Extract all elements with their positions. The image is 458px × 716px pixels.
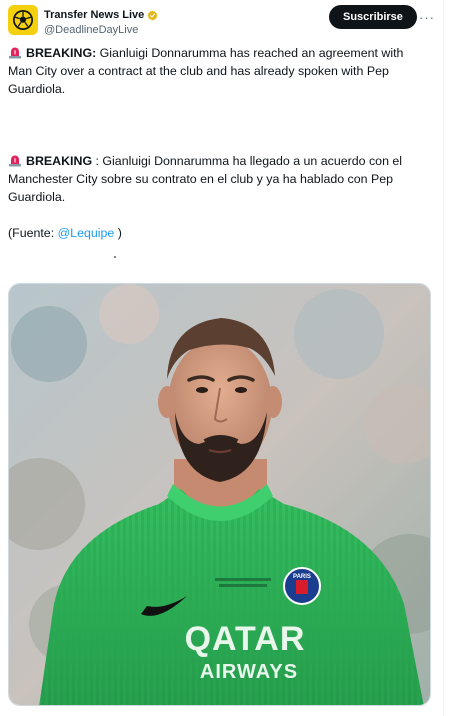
tweet-paragraph-english: BREAKING: Gianluigi Donnarumma has reach…: [8, 44, 428, 98]
crest-text: PARIS: [293, 574, 311, 580]
tweet-paragraph-spanish: BREAKING : Gianluigi Donnarumma ha llega…: [8, 152, 428, 206]
verified-badge-icon: [147, 10, 158, 20]
tweet-header: Transfer News Live @DeadlineDayLive Susc…: [8, 4, 438, 38]
sponsor-bottom-text: AIRWAYS: [200, 661, 298, 683]
tweet-card: Transfer News Live @DeadlineDayLive Susc…: [0, 0, 443, 716]
account-names: Transfer News Live @DeadlineDayLive: [44, 5, 158, 38]
breaking-label: BREAKING: [26, 154, 93, 168]
display-name-row[interactable]: Transfer News Live: [44, 8, 158, 22]
player-photo-image: PARIS QATAR AIRWAYS: [9, 284, 430, 705]
display-name[interactable]: Transfer News Live: [44, 8, 144, 22]
sponsor-top-text: QATAR: [185, 620, 306, 658]
tweet-body: BREAKING: Gianluigi Donnarumma has reach…: [8, 44, 428, 242]
tweet-photo[interactable]: PARIS QATAR AIRWAYS: [8, 283, 431, 706]
football-icon: [13, 10, 33, 30]
subscribe-button[interactable]: Suscribirse: [329, 5, 417, 29]
siren-icon: [9, 47, 21, 59]
source-suffix: ): [114, 226, 122, 240]
more-options-icon[interactable]: ···: [416, 6, 438, 28]
breaking-label: BREAKING:: [26, 46, 97, 60]
siren-icon: [9, 155, 21, 167]
account-handle[interactable]: @DeadlineDayLive: [44, 23, 158, 38]
avatar[interactable]: [8, 5, 38, 35]
tweet-source: (Fuente: @Lequipe ): [8, 224, 428, 242]
source-mention-link[interactable]: @Lequipe: [58, 226, 115, 240]
timeline-border: [443, 0, 444, 716]
divider-dot: [114, 256, 116, 258]
source-prefix: (Fuente:: [8, 226, 58, 240]
